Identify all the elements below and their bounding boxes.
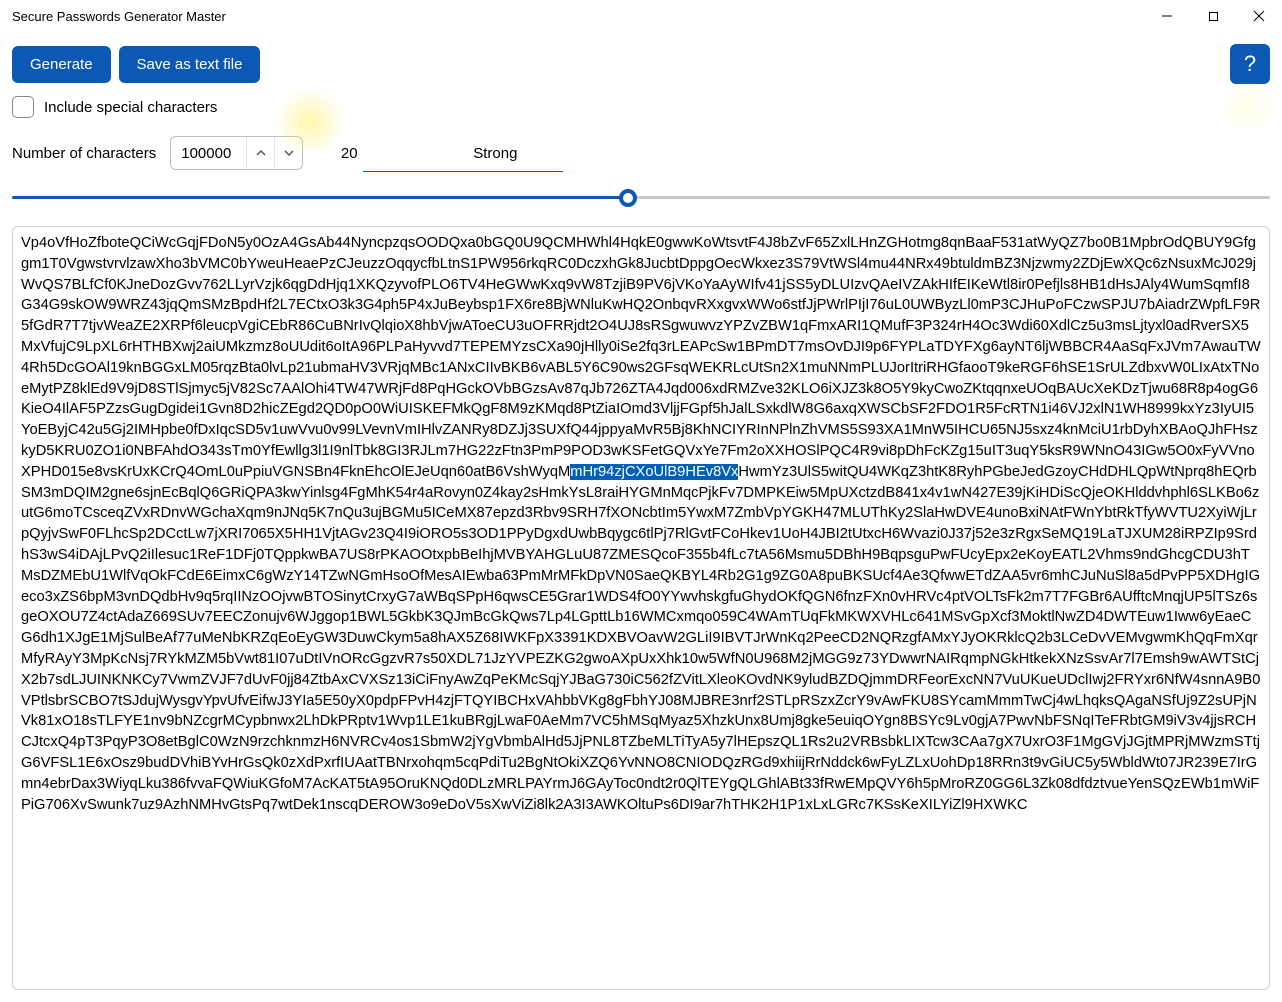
save-as-text-button[interactable]: Save as text file <box>119 46 261 83</box>
strength-label: Strong <box>473 145 517 162</box>
numchars-row: Number of characters 20 Strong <box>12 136 1270 170</box>
numchars-label: Number of characters <box>12 145 156 162</box>
toolbar: Generate Save as text file ? <box>12 44 1270 84</box>
numchars-up-button[interactable] <box>246 137 274 169</box>
close-button[interactable] <box>1236 0 1282 32</box>
length-slider[interactable] <box>12 184 1270 214</box>
special-chars-checkbox[interactable] <box>12 96 34 118</box>
slider-thumb[interactable] <box>619 189 637 207</box>
numchars-down-button[interactable] <box>274 137 302 169</box>
output-box[interactable]: Vp4oVfHoZfboteQCiWcGqjFDoN5y0OzA4GsAb44N… <box>12 226 1270 990</box>
window-title: Secure Passwords Generator Master <box>12 9 226 24</box>
numchars-input[interactable] <box>171 137 246 169</box>
output-text[interactable]: Vp4oVfHoZfboteQCiWcGqjFDoN5y0OzA4GsAb44N… <box>21 233 1261 815</box>
output-post: HwmYz3UlS5witQU4WKqZ3htK8RyhPGbeJedGzoyC… <box>21 464 1260 813</box>
numchars-spinner <box>170 136 303 170</box>
minimize-button[interactable] <box>1144 0 1190 32</box>
window-controls <box>1144 0 1282 32</box>
titlebar: Secure Passwords Generator Master <box>0 0 1282 32</box>
maximize-button[interactable] <box>1190 0 1236 32</box>
help-button[interactable]: ? <box>1230 44 1270 84</box>
output-selection: mHr94zjCXoUlB9HEv8Vx <box>570 464 738 480</box>
generate-button[interactable]: Generate <box>12 46 111 83</box>
special-chars-label: Include special characters <box>44 99 217 116</box>
special-chars-row: Include special characters <box>12 96 1270 118</box>
slider-current-value: 20 <box>329 145 369 162</box>
output-pre: Vp4oVfHoZfboteQCiWcGqjFDoN5y0OzA4GsAb44N… <box>21 235 1261 480</box>
strength-underline <box>363 171 563 172</box>
slider-fill <box>12 196 628 199</box>
